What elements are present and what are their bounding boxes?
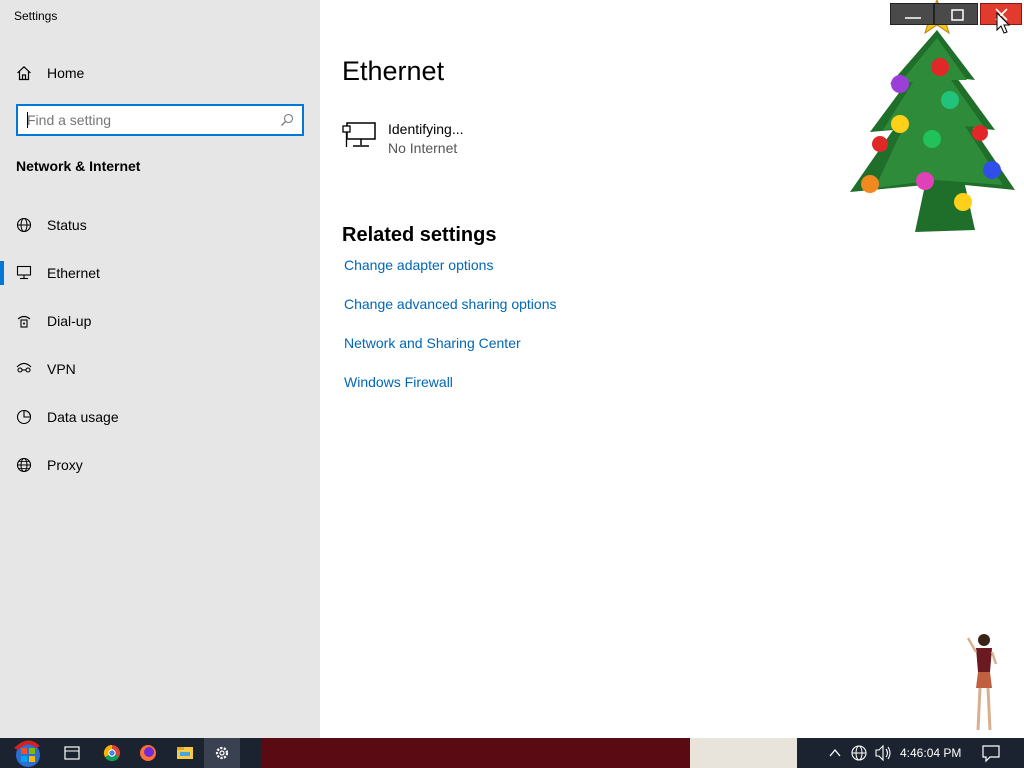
sidebar-item-label: Data usage [47, 409, 119, 425]
chrome-icon [103, 744, 120, 762]
start-button[interactable] [8, 738, 48, 768]
settings-screen: Settings Home Network & Internet Sta [0, 0, 1024, 768]
christmas-tree-decoration [850, 0, 1015, 232]
task-view-button[interactable] [58, 738, 86, 768]
network-status: No Internet [388, 140, 458, 156]
start-icon [14, 740, 40, 767]
maximize-button[interactable] [934, 3, 978, 25]
related-settings-title: Related settings [342, 224, 497, 246]
settings-taskbar-button[interactable] [204, 738, 240, 768]
chrome-button[interactable] [96, 738, 128, 768]
volume-icon [875, 744, 891, 762]
link-network-sharing-center[interactable]: Network and Sharing Center [344, 335, 521, 351]
sidebar-item-dialup[interactable]: Dial-up [0, 301, 320, 341]
dialup-icon [17, 315, 31, 328]
network-icon [851, 745, 867, 761]
sidebar-item-proxy[interactable]: Proxy [0, 445, 320, 485]
mouse-cursor-icon [996, 12, 1011, 34]
file-explorer-icon [177, 747, 193, 759]
dancer-decoration [966, 634, 998, 731]
link-change-advanced-sharing[interactable]: Change advanced sharing options [344, 296, 557, 312]
sidebar-item-label: Ethernet [47, 265, 100, 281]
page-title: Ethernet [342, 56, 445, 86]
sidebar-item-ethernet[interactable]: Ethernet [0, 253, 320, 293]
link-change-adapter-options[interactable]: Change adapter options [344, 257, 493, 273]
maximize-icon [951, 9, 964, 21]
volume-tray-button[interactable] [872, 738, 894, 768]
task-view-icon [64, 746, 80, 760]
ethernet-monitor-icon [342, 122, 376, 147]
app-title: Settings [14, 9, 58, 23]
settings-sidebar: Settings Home Network & Internet Sta [0, 0, 320, 738]
minimize-icon [905, 17, 921, 19]
sidebar-item-label: VPN [47, 361, 76, 377]
minimize-button[interactable] [890, 3, 934, 25]
ethernet-icon [16, 265, 32, 280]
vpn-icon [16, 362, 32, 373]
section-title: Network & Internet [16, 158, 141, 174]
sidebar-item-label: Home [47, 65, 85, 81]
desktop-wallpaper-strip [690, 738, 797, 768]
search-input[interactable] [27, 111, 277, 129]
taskbar: 4:46:04 PM [0, 738, 1024, 768]
sidebar-item-status[interactable]: Status [0, 205, 320, 245]
search-box[interactable] [16, 104, 304, 136]
data-usage-icon [16, 409, 32, 425]
sidebar-item-home[interactable]: Home [0, 56, 320, 90]
sidebar-item-vpn[interactable]: VPN [0, 349, 320, 389]
action-center-button[interactable] [978, 738, 1004, 768]
search-icon[interactable] [280, 113, 294, 127]
text-caret [27, 112, 28, 128]
settings-icon [215, 746, 229, 760]
taskbar-clock[interactable]: 4:46:04 PM [900, 746, 961, 760]
chevron-up-icon [829, 748, 841, 757]
sidebar-item-label: Status [47, 217, 87, 233]
file-explorer-button[interactable] [168, 738, 202, 768]
globe-icon [16, 457, 32, 473]
sidebar-item-label: Dial-up [47, 313, 92, 329]
home-icon [17, 65, 31, 81]
link-windows-firewall[interactable]: Windows Firewall [344, 374, 453, 390]
sidebar-item-data-usage[interactable]: Data usage [0, 397, 320, 437]
active-indicator [0, 261, 4, 285]
sidebar-item-label: Proxy [47, 457, 83, 473]
network-name[interactable]: Identifying... [388, 121, 464, 137]
firefox-button[interactable] [132, 738, 164, 768]
action-center-icon [982, 745, 1000, 763]
globe-network-icon [16, 217, 32, 233]
firefox-icon [140, 745, 156, 761]
show-hidden-icons-button[interactable] [826, 738, 844, 768]
network-tray-button[interactable] [848, 738, 870, 768]
